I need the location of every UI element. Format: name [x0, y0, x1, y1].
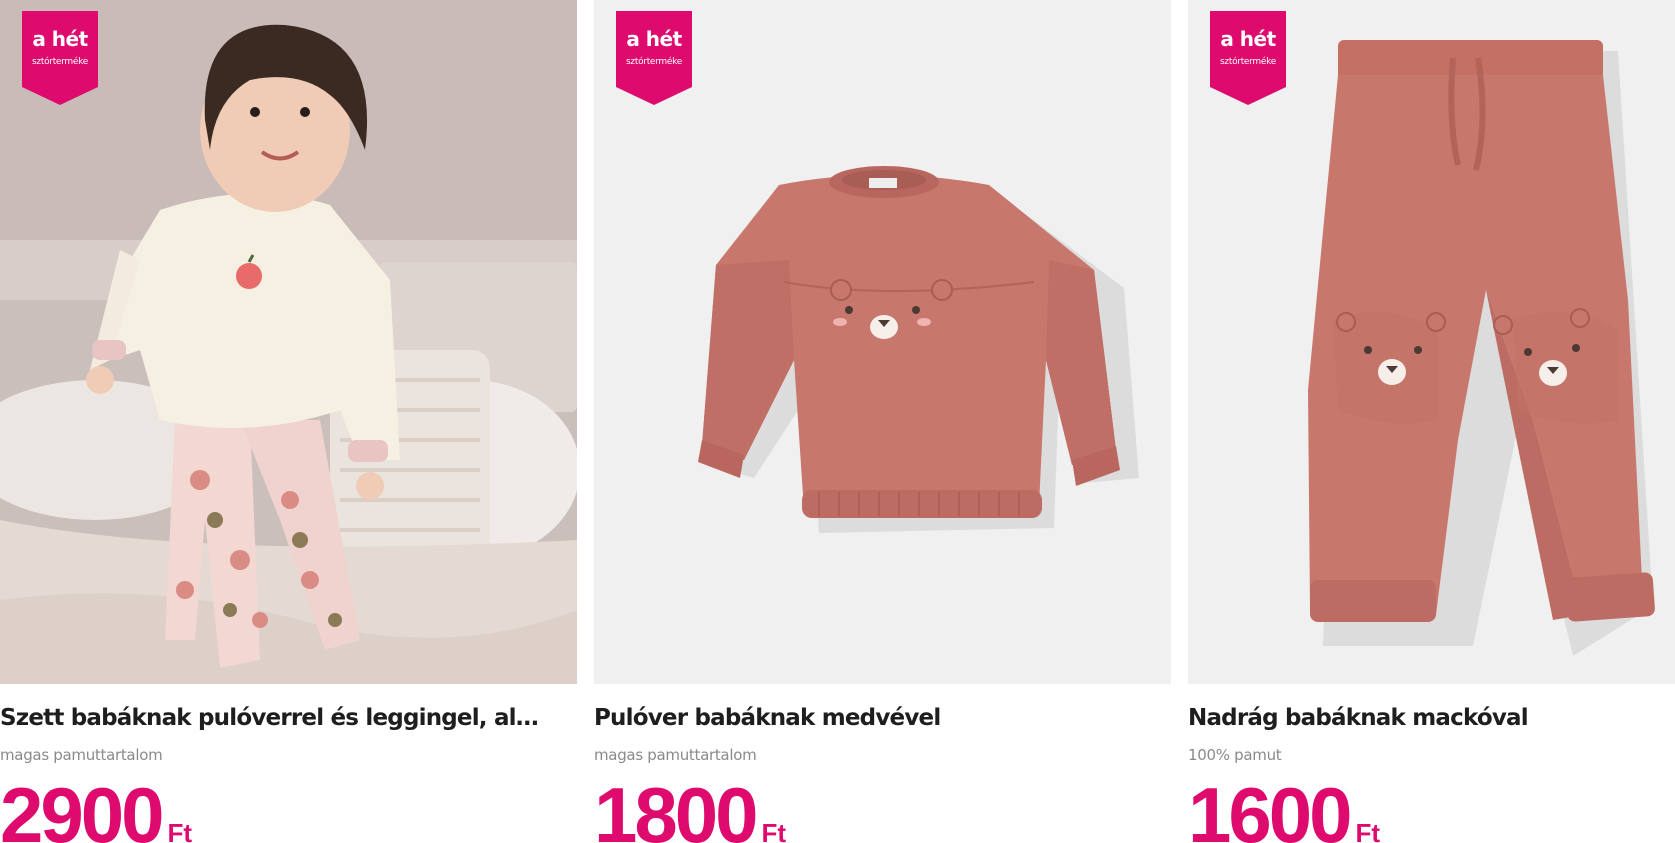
product-image[interactable]: a hét sztórterméke — [594, 0, 1171, 684]
product-card[interactable]: a hét sztórterméke Szett babáknak pulóve… — [0, 0, 577, 843]
badge-title: a hét — [32, 27, 88, 51]
product-grid: a hét sztórterméke Szett babáknak pulóve… — [0, 0, 1675, 843]
week-product-badge: a hét sztórterméke — [616, 11, 692, 105]
price-currency: Ft — [761, 818, 787, 843]
product-price: 1600 Ft — [1188, 776, 1380, 843]
badge-subtitle: sztórterméke — [1220, 57, 1276, 67]
product-price: 1800 Ft — [594, 776, 786, 843]
badge-title: a hét — [626, 27, 682, 51]
product-price: 2900 Ft — [0, 776, 192, 843]
product-title[interactable]: Szett babáknak pulóverrel és leggingel, … — [0, 705, 540, 731]
price-amount: 2900 — [0, 771, 165, 843]
week-product-badge: a hét sztórterméke — [1210, 11, 1286, 105]
product-subtitle: magas pamuttartalom — [0, 746, 163, 764]
product-card[interactable]: a hét sztórterméke Pulóver babáknak medv… — [594, 0, 1171, 843]
price-currency: Ft — [167, 818, 193, 843]
product-image[interactable]: a hét sztórterméke — [0, 0, 577, 684]
product-image[interactable]: a hét sztórterméke — [1188, 0, 1675, 684]
product-card[interactable]: a hét sztórterméke Nadrág babáknak mackó… — [1188, 0, 1675, 843]
price-amount: 1800 — [594, 771, 759, 843]
badge-subtitle: sztórterméke — [32, 57, 88, 67]
price-currency: Ft — [1355, 818, 1381, 843]
week-product-badge: a hét sztórterméke — [22, 11, 98, 105]
badge-subtitle: sztórterméke — [626, 57, 682, 67]
product-title[interactable]: Nadrág babáknak mackóval — [1188, 705, 1675, 731]
badge-title: a hét — [1220, 27, 1276, 51]
product-subtitle: 100% pamut — [1188, 746, 1282, 764]
price-amount: 1600 — [1188, 771, 1353, 843]
product-subtitle: magas pamuttartalom — [594, 746, 757, 764]
product-title[interactable]: Pulóver babáknak medvével — [594, 705, 1171, 731]
